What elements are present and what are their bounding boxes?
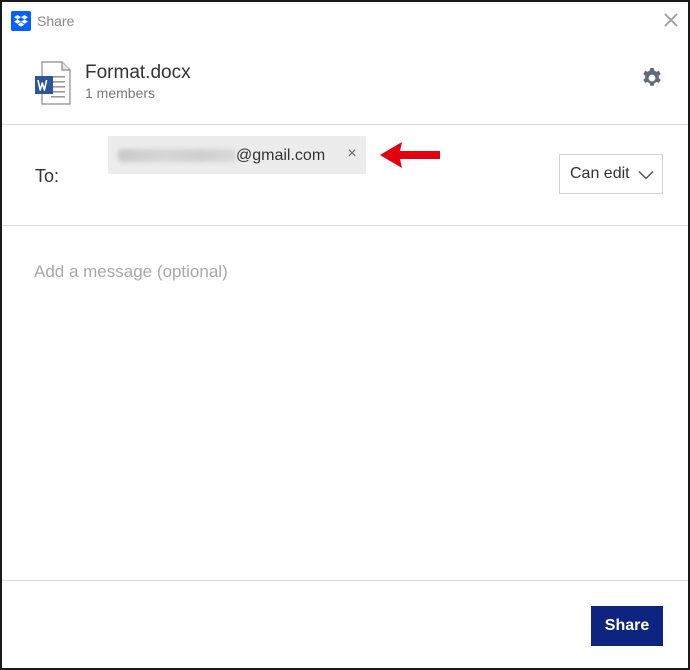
chevron-down-icon [638,170,654,180]
word-document-icon [34,61,72,105]
recipient-email: @gmail.com [236,147,326,164]
to-label: To: [35,166,60,186]
close-button[interactable] [660,9,682,31]
share-button[interactable]: Share [591,606,663,646]
share-dialog: Share Format.docx 1 members To: @gmail.c… [0,0,690,670]
recipient-divider [2,225,688,226]
dropbox-icon [11,11,31,31]
footer-divider [2,580,688,581]
permission-dropdown[interactable]: Can edit [559,154,663,194]
close-icon [664,13,678,27]
settings-button[interactable] [640,66,664,90]
header-divider [2,124,688,125]
title-bar: Share [2,2,688,40]
message-input[interactable] [22,248,668,568]
permission-value: Can edit [570,165,630,182]
window-title: Share [37,13,75,29]
file-header: Format.docx 1 members [2,54,688,114]
gear-icon [643,68,661,86]
file-name: Format.docx [85,62,191,83]
remove-recipient-button[interactable]: × [344,145,360,163]
member-count: 1 members [85,85,156,101]
redacted-email-name [118,149,236,162]
recipient-chip[interactable]: @gmail.com × [108,136,366,174]
annotation-arrow-icon [380,142,440,168]
